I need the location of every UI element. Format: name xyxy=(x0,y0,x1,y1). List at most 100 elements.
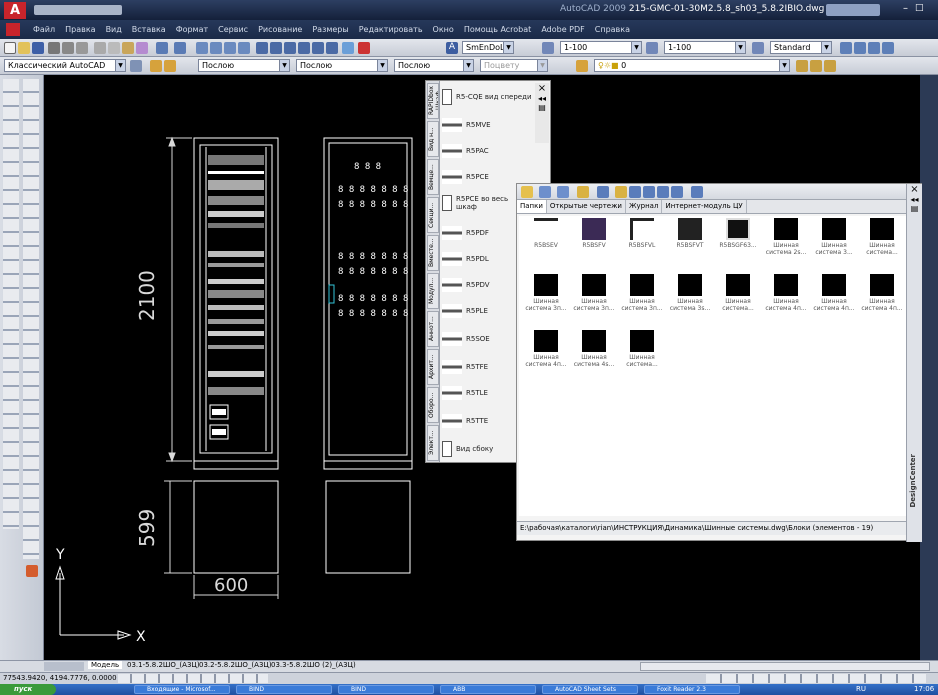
palette-tab[interactable]: Аннот... xyxy=(427,311,439,347)
up-icon[interactable] xyxy=(577,186,589,198)
palette-item[interactable]: R5PLE xyxy=(442,299,488,323)
close-icon[interactable]: × xyxy=(907,184,922,195)
menu-help[interactable]: Справка xyxy=(590,20,635,39)
menu-modify[interactable]: Редактировать xyxy=(354,20,428,39)
pdf-icon[interactable] xyxy=(358,42,370,54)
task-abb[interactable]: ABB xyxy=(440,685,536,694)
tool-palettes-icon[interactable] xyxy=(284,42,296,54)
load-icon[interactable] xyxy=(521,186,533,198)
properties-menu-icon[interactable]: ▤ xyxy=(907,204,922,213)
menu-file[interactable]: Файл xyxy=(28,20,60,39)
block-item[interactable]: Шинная система 4s... xyxy=(571,330,617,382)
palette-item[interactable]: R5MVE xyxy=(442,113,491,137)
layout-icon-1[interactable] xyxy=(840,42,852,54)
preview-toggle-icon[interactable] xyxy=(657,186,669,198)
explode-icon[interactable] xyxy=(26,565,38,577)
task-foxit[interactable]: Foxit Reader 2.3 xyxy=(644,685,740,694)
palette-item[interactable]: R5PCE xyxy=(442,165,489,189)
sheet-set-icon[interactable] xyxy=(298,42,310,54)
preview-icon[interactable] xyxy=(62,42,74,54)
properties-menu-icon[interactable]: ▤ xyxy=(535,103,549,112)
palette-item[interactable]: R5PAC xyxy=(442,139,489,163)
task-sheet-sets[interactable]: AutoCAD Sheet Sets xyxy=(542,685,638,694)
palette-titlebar[interactable]: × ◂◂ ▤ xyxy=(535,83,549,143)
tab-folders[interactable]: Папки xyxy=(517,200,547,213)
minimize-button[interactable]: – xyxy=(903,3,915,15)
palette-tab[interactable]: Вемце... xyxy=(427,159,439,195)
tab-nav-icon[interactable] xyxy=(44,662,84,671)
zoom-realtime-icon[interactable] xyxy=(210,42,222,54)
cut-icon[interactable] xyxy=(94,42,106,54)
app-logo-icon[interactable]: A xyxy=(4,2,26,19)
copy-icon[interactable] xyxy=(108,42,120,54)
task-bind-2[interactable]: BIND xyxy=(338,685,434,694)
workspace-settings-icon[interactable] xyxy=(130,60,142,72)
horizontal-scrollbar[interactable] xyxy=(640,662,930,671)
tree-toggle-icon[interactable] xyxy=(643,186,655,198)
layer-states-icon[interactable] xyxy=(576,60,588,72)
tab-layout-1[interactable]: 03.1-5.8.2ШО_(А3Ц) xyxy=(124,661,203,669)
design-center-icon[interactable] xyxy=(270,42,282,54)
quick-access-toolbar[interactable] xyxy=(34,5,122,15)
palette-tab[interactable]: Вместе... xyxy=(427,235,439,271)
lineweight-combo[interactable]: Послою ▼ xyxy=(394,59,474,72)
modify-toolbar[interactable] xyxy=(23,79,39,559)
block-item[interactable]: Шинная система... xyxy=(715,274,761,326)
back-icon[interactable] xyxy=(539,186,551,198)
zoom-previous-icon[interactable] xyxy=(238,42,250,54)
save-icon[interactable] xyxy=(32,42,44,54)
task-outlook[interactable]: Входящие - Microsof... xyxy=(134,685,230,694)
palette-tab[interactable]: Модул... xyxy=(427,273,439,309)
text-style-combo[interactable]: SmEnDoL Text▼ xyxy=(462,41,514,54)
start-button[interactable]: пуск xyxy=(0,684,56,695)
table-style-combo[interactable]: Standard ▼ xyxy=(770,41,832,54)
block-item[interactable]: R5BSFVL xyxy=(619,218,665,270)
undo-icon[interactable] xyxy=(156,42,168,54)
tab-layout-3[interactable]: 03.3-5.8.2ШО (2)_(А3Ц) xyxy=(268,661,359,669)
block-item[interactable]: Шинная система 4п... xyxy=(523,330,569,382)
palette-tab[interactable]: Оборо... xyxy=(427,387,439,423)
palette-tab[interactable]: Вид н... xyxy=(427,121,439,157)
tab-dc-online[interactable]: Интернет-модуль ЦУ xyxy=(662,200,747,213)
zoom-window-icon[interactable] xyxy=(224,42,236,54)
paste-icon[interactable] xyxy=(122,42,134,54)
pan-icon[interactable] xyxy=(196,42,208,54)
workspace-combo[interactable]: Классический AutoCAD ▼ xyxy=(4,59,126,72)
autohide-icon[interactable]: ◂◂ xyxy=(907,195,922,204)
print-icon[interactable] xyxy=(48,42,60,54)
palette-item[interactable]: R5TFE xyxy=(442,355,488,379)
palette-tab[interactable]: Секци... xyxy=(427,197,439,233)
block-item[interactable]: Шинная система 3п... xyxy=(619,274,665,326)
block-item[interactable]: Шинная система 2s... xyxy=(763,218,809,270)
make-current-layer-icon[interactable] xyxy=(796,60,808,72)
new-icon[interactable] xyxy=(4,42,16,54)
menu-dimension[interactable]: Размеры xyxy=(307,20,353,39)
palette-item[interactable]: R5PDL xyxy=(442,247,489,271)
layout-icon-3[interactable] xyxy=(868,42,880,54)
language-indicator[interactable]: RU xyxy=(856,685,866,693)
color-combo[interactable]: Послою ▼ xyxy=(198,59,290,72)
menu-format[interactable]: Формат xyxy=(171,20,213,39)
block-item[interactable]: Шинная система 4п... xyxy=(859,274,905,326)
menu-tools[interactable]: Сервис xyxy=(213,20,253,39)
search-icon[interactable] xyxy=(597,186,609,198)
block-item[interactable]: Шинная система 3п... xyxy=(523,274,569,326)
palette-tab[interactable]: Архит... xyxy=(427,349,439,385)
block-item[interactable]: R5BSGF63... xyxy=(715,218,761,270)
block-item[interactable]: Шинная система 3... xyxy=(811,218,857,270)
dim-style-combo[interactable]: 1-100 ▼ xyxy=(560,41,642,54)
match-props-icon[interactable] xyxy=(136,42,148,54)
layer-isolate-icon[interactable] xyxy=(824,60,836,72)
tab-model[interactable]: Модель xyxy=(88,661,123,669)
layer-combo[interactable]: ♀☼■ 0 ▼ xyxy=(594,59,790,72)
restore-button[interactable]: □ xyxy=(915,3,927,15)
calculator-icon[interactable] xyxy=(326,42,338,54)
description-icon[interactable] xyxy=(671,186,683,198)
palette-item[interactable]: R5PDF xyxy=(442,221,489,245)
block-item[interactable]: R5BSFVT xyxy=(667,218,713,270)
menu-adobe-pdf[interactable]: Adobe PDF xyxy=(536,20,589,39)
layer-previous-2-icon[interactable] xyxy=(810,60,822,72)
menu-insert[interactable]: Вставка xyxy=(127,20,171,39)
layer-manager-icon[interactable] xyxy=(150,60,162,72)
forward-icon[interactable] xyxy=(557,186,569,198)
